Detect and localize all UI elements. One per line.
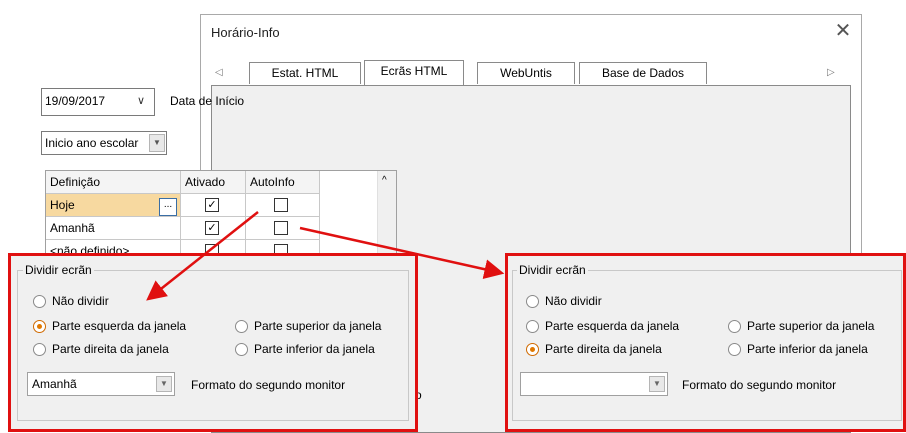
cell-autoinfo — [246, 217, 320, 240]
radio-parte-inferior[interactable]: Parte inferior da janela — [235, 342, 375, 356]
row-name-amanha[interactable]: Amanhã — [46, 217, 181, 240]
radio-nao-dividir[interactable]: Não dividir — [526, 294, 602, 308]
radio-icon — [33, 294, 46, 308]
dropdown-arrow-icon[interactable]: ▼ — [149, 134, 165, 152]
radio-parte-esquerda[interactable]: Parte esquerda da janela — [33, 319, 186, 333]
group-title: Dividir ecrãn — [23, 263, 94, 277]
column-header-definicao[interactable]: Definição — [46, 171, 181, 194]
more-options-button[interactable]: ... — [159, 198, 177, 216]
radio-icon — [728, 342, 741, 356]
column-header-autoinfo[interactable]: AutoInfo — [246, 171, 320, 194]
column-header-ativado[interactable]: Ativado — [181, 171, 246, 194]
scroll-up-icon[interactable]: ^ — [382, 175, 387, 186]
radio-checked-icon — [33, 319, 46, 333]
date-label: Data de Início — [170, 94, 245, 108]
period-value: Inicio ano escolar — [45, 136, 139, 150]
tab-base-de-dados[interactable]: Base de Dados — [579, 62, 707, 84]
radio-icon — [235, 342, 248, 356]
dropdown-arrow-icon[interactable]: ▼ — [156, 376, 172, 392]
radio-icon — [33, 342, 46, 356]
second-monitor-select[interactable]: Amanhã ▼ — [27, 372, 175, 396]
radio-parte-direita[interactable]: Parte direita da janela — [526, 342, 662, 356]
tab-scroll-left-icon[interactable]: ◁ — [215, 67, 223, 78]
radio-nao-dividir[interactable]: Não dividir — [33, 294, 109, 308]
radio-checked-icon — [526, 342, 539, 356]
split-screen-panel-right: Dividir ecrãn Não dividir Parte esquerda… — [505, 253, 906, 432]
tab-ecras-html[interactable]: Ecrãs HTML — [364, 60, 464, 85]
date-value: 19/09/2017 — [45, 94, 106, 108]
cell-autoinfo — [246, 194, 320, 217]
radio-parte-superior[interactable]: Parte superior da janela — [235, 319, 381, 333]
tab-estat-html[interactable]: Estat. HTML — [249, 62, 361, 84]
tab-webuntis[interactable]: WebUntis — [477, 62, 575, 84]
radio-parte-inferior[interactable]: Parte inferior da janela — [728, 342, 868, 356]
dialog-title: Horário-Info — [211, 25, 280, 40]
split-screen-panel-left: Dividir ecrãn Não dividir Parte esquerda… — [8, 253, 418, 432]
ativado-checkbox[interactable]: ✓ — [205, 198, 219, 212]
dropdown-arrow-icon[interactable]: ▼ — [649, 376, 665, 392]
second-monitor-label: Formato do segundo monitor — [191, 378, 346, 392]
radio-icon — [235, 319, 248, 333]
cell-ativado: ✓ — [181, 217, 246, 240]
radio-parte-superior[interactable]: Parte superior da janela — [728, 319, 874, 333]
cell-ativado: ✓ — [181, 194, 246, 217]
second-monitor-label: Formato do segundo monitor — [682, 378, 837, 392]
group-title: Dividir ecrãn — [517, 263, 588, 277]
radio-icon — [728, 319, 741, 333]
radio-icon — [526, 294, 539, 308]
radio-parte-esquerda[interactable]: Parte esquerda da janela — [526, 319, 679, 333]
radio-parte-direita[interactable]: Parte direita da janela — [33, 342, 169, 356]
close-icon[interactable]: ✕ — [829, 19, 857, 43]
second-monitor-select[interactable]: ▼ — [520, 372, 668, 396]
second-monitor-value: Amanhã — [32, 377, 77, 391]
autoinfo-checkbox[interactable] — [274, 198, 288, 212]
autoinfo-checkbox[interactable] — [274, 221, 288, 235]
chevron-down-icon[interactable]: ∨ — [137, 94, 145, 107]
radio-icon — [526, 319, 539, 333]
ativado-checkbox[interactable]: ✓ — [205, 221, 219, 235]
tab-scroll-right-icon[interactable]: ▷ — [827, 67, 835, 78]
